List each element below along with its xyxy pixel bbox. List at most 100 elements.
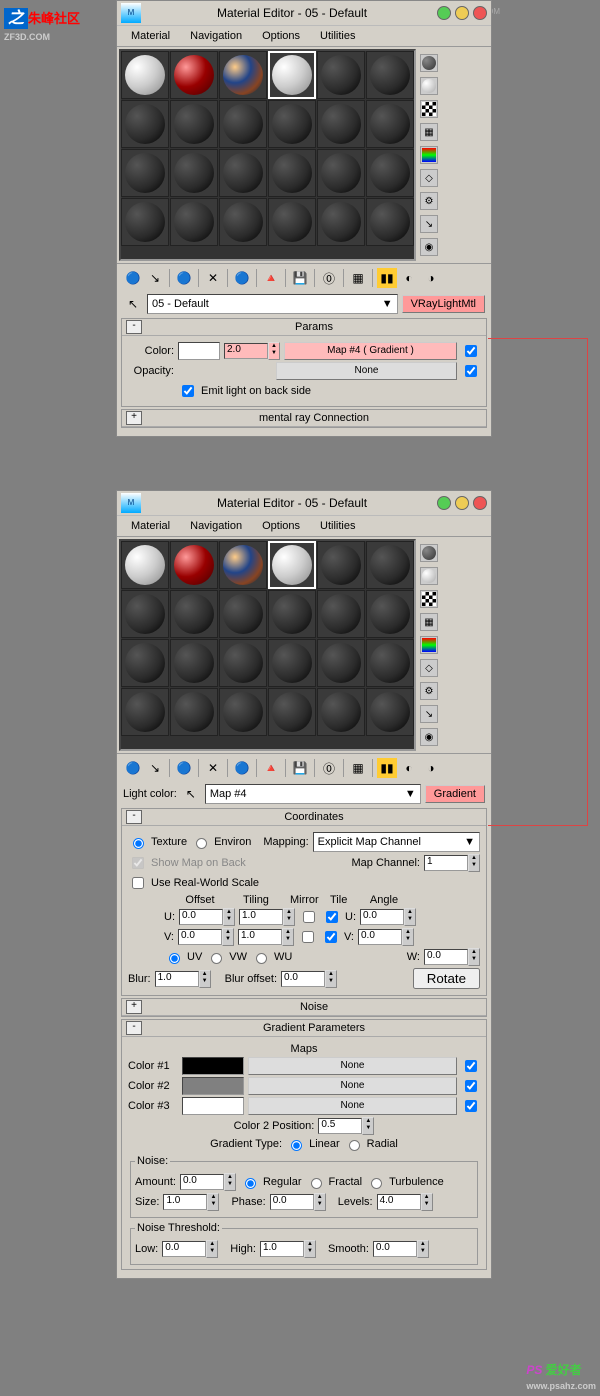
wu-radio[interactable] xyxy=(256,953,267,964)
material-slot[interactable] xyxy=(121,688,169,736)
spinner-arrows[interactable]: ▲▼ xyxy=(268,342,280,360)
regular-radio[interactable] xyxy=(245,1178,256,1189)
sample-uv-button[interactable]: ▦ xyxy=(420,123,438,141)
rotate-button[interactable]: Rotate xyxy=(413,968,480,989)
material-slot[interactable] xyxy=(219,590,267,638)
material-slot[interactable] xyxy=(268,590,316,638)
color2-position-input[interactable]: 0.5 xyxy=(318,1118,362,1134)
color-map-checkbox[interactable] xyxy=(465,345,477,357)
material-slot[interactable] xyxy=(121,541,169,589)
material-slot[interactable] xyxy=(268,198,316,246)
titlebar[interactable]: M Material Editor - 05 - Default xyxy=(117,491,491,516)
backlight-button[interactable] xyxy=(420,567,438,585)
material-slot[interactable] xyxy=(317,149,365,197)
close-button[interactable] xyxy=(473,496,487,510)
menu-navigation[interactable]: Navigation xyxy=(182,518,250,534)
close-button[interactable] xyxy=(473,6,487,20)
backlight-button[interactable] xyxy=(420,77,438,95)
u-mirror-checkbox[interactable] xyxy=(303,911,315,923)
get-material-button[interactable]: 🔵 xyxy=(123,268,143,288)
make-material-copy-button[interactable]: 🔵 xyxy=(232,758,252,778)
video-color-check-button[interactable] xyxy=(420,146,438,164)
background-button[interactable] xyxy=(420,590,438,608)
noise-levels-input[interactable]: 4.0 xyxy=(377,1194,421,1210)
map-name-input[interactable]: Map #4▼ xyxy=(205,784,421,804)
material-slot[interactable] xyxy=(121,100,169,148)
pick-material-button[interactable]: ↖ xyxy=(181,784,201,804)
rollout-header[interactable]: - Params xyxy=(122,319,486,336)
fractal-radio[interactable] xyxy=(311,1178,322,1189)
color3-swatch[interactable] xyxy=(182,1097,244,1115)
material-slot[interactable] xyxy=(170,590,218,638)
color-swatch[interactable] xyxy=(178,342,220,360)
reset-map-button[interactable]: ✕ xyxy=(203,268,223,288)
put-material-button[interactable]: ↘ xyxy=(145,758,165,778)
color3-map-button[interactable]: None xyxy=(248,1097,457,1115)
turbulence-radio[interactable] xyxy=(371,1178,382,1189)
material-slot[interactable] xyxy=(366,639,414,687)
w-angle-input[interactable]: 0.0 xyxy=(424,949,468,965)
noise-size-input[interactable]: 1.0 xyxy=(163,1194,207,1210)
menu-navigation[interactable]: Navigation xyxy=(182,28,250,44)
material-slot[interactable] xyxy=(121,639,169,687)
minimize-button[interactable] xyxy=(437,6,451,20)
texture-radio[interactable] xyxy=(133,838,144,849)
menu-utilities[interactable]: Utilities xyxy=(312,518,363,534)
material-slot[interactable] xyxy=(219,541,267,589)
real-world-checkbox[interactable] xyxy=(132,877,144,889)
maximize-button[interactable] xyxy=(455,496,469,510)
put-material-button[interactable]: ↘ xyxy=(145,268,165,288)
select-by-material-button[interactable]: ↘ xyxy=(420,705,438,723)
material-slot-selected[interactable] xyxy=(268,51,316,99)
color2-enable-checkbox[interactable] xyxy=(465,1080,477,1092)
background-button[interactable] xyxy=(420,100,438,118)
material-slot[interactable] xyxy=(317,51,365,99)
color1-swatch[interactable] xyxy=(182,1057,244,1075)
material-slot[interactable] xyxy=(219,688,267,736)
material-map-navigator-button[interactable]: ◉ xyxy=(420,728,438,746)
material-slot[interactable] xyxy=(170,639,218,687)
menu-material[interactable]: Material xyxy=(123,28,178,44)
material-slot[interactable] xyxy=(121,590,169,638)
spinner-arrows[interactable]: ▲▼ xyxy=(468,854,480,872)
blur-input[interactable]: 1.0 xyxy=(155,971,199,987)
options-button[interactable]: ⚙ xyxy=(420,192,438,210)
material-slot[interactable] xyxy=(170,149,218,197)
material-slot[interactable] xyxy=(366,688,414,736)
show-map-button[interactable]: ▦ xyxy=(348,758,368,778)
opacity-map-checkbox[interactable] xyxy=(465,365,477,377)
sample-uv-button[interactable]: ▦ xyxy=(420,613,438,631)
color1-map-button[interactable]: None xyxy=(248,1057,457,1075)
material-slot[interactable] xyxy=(366,100,414,148)
material-slot[interactable] xyxy=(170,51,218,99)
show-end-result-button[interactable]: ▮▮ xyxy=(377,268,397,288)
map-type-button[interactable]: Gradient xyxy=(425,785,485,803)
material-slot[interactable] xyxy=(317,100,365,148)
color3-enable-checkbox[interactable] xyxy=(465,1100,477,1112)
select-by-material-button[interactable]: ↘ xyxy=(420,215,438,233)
material-slot[interactable] xyxy=(317,590,365,638)
material-slot[interactable] xyxy=(366,541,414,589)
color2-map-button[interactable]: None xyxy=(248,1077,457,1095)
threshold-smooth-input[interactable]: 0.0 xyxy=(373,1241,417,1257)
put-to-library-button[interactable]: 💾 xyxy=(290,268,310,288)
maximize-button[interactable] xyxy=(455,6,469,20)
v-mirror-checkbox[interactable] xyxy=(302,931,314,943)
material-slot[interactable] xyxy=(170,541,218,589)
make-unique-button[interactable]: 🔺 xyxy=(261,758,281,778)
map-channel-input[interactable]: 1 xyxy=(424,855,468,871)
material-type-button[interactable]: VRayLightMtl xyxy=(402,295,485,313)
material-id-button[interactable]: ⓪ xyxy=(319,268,339,288)
material-slot[interactable] xyxy=(268,100,316,148)
material-slot[interactable] xyxy=(317,541,365,589)
menu-utilities[interactable]: Utilities xyxy=(312,28,363,44)
material-slot[interactable] xyxy=(268,688,316,736)
rollout-header[interactable]: - Gradient Parameters xyxy=(122,1020,486,1037)
material-slot[interactable] xyxy=(366,149,414,197)
material-name-input[interactable]: 05 - Default▼ xyxy=(147,294,398,314)
radial-radio[interactable] xyxy=(349,1140,360,1151)
vw-radio[interactable] xyxy=(211,953,222,964)
get-material-button[interactable]: 🔵 xyxy=(123,758,143,778)
opacity-map-button[interactable]: None xyxy=(276,362,457,380)
rollout-header[interactable]: - Coordinates xyxy=(122,809,486,826)
